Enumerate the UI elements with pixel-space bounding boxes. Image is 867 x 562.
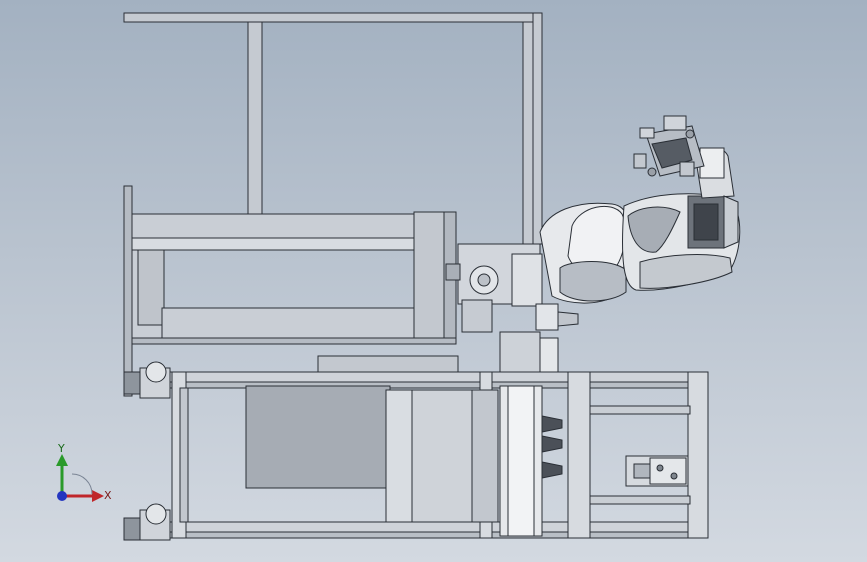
conveyor-belt: [245, 385, 563, 537]
y-axis-arrowhead: [56, 454, 68, 466]
cad-viewport[interactable]: Y X: [0, 0, 867, 562]
y-axis-label: Y: [57, 442, 65, 455]
orientation-triad[interactable]: Y X: [56, 442, 112, 502]
gripper-head: [633, 115, 705, 177]
x-axis-label: X: [104, 489, 112, 502]
sensor-module: [625, 455, 689, 487]
x-axis-arrowhead: [92, 490, 104, 502]
z-axis-dot: [57, 491, 67, 501]
triad-arc: [71, 473, 93, 495]
robot-arm: [539, 147, 741, 304]
cad-model-drawing[interactable]: Y X: [0, 0, 867, 562]
upper-frame: [123, 12, 543, 245]
